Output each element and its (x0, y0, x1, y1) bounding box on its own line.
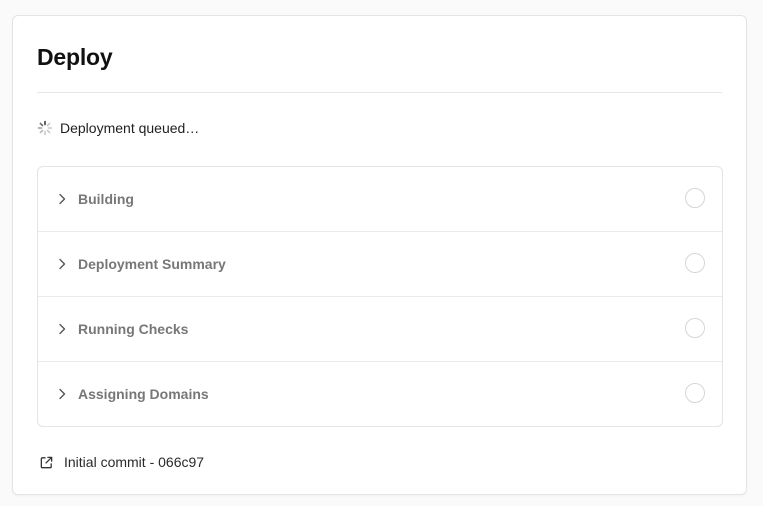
step-label: Building (78, 191, 134, 207)
step-assigning-domains[interactable]: Assigning Domains (38, 362, 722, 426)
step-label: Running Checks (78, 321, 189, 337)
deploy-card: Deploy Deployment queued… Building Deplo… (12, 15, 747, 495)
commit-text: Initial commit - 066c97 (64, 454, 205, 470)
external-link-icon (40, 456, 53, 468)
chevron-right-icon (59, 193, 66, 205)
chevron-right-icon (59, 258, 66, 270)
chevron-right-icon (59, 388, 66, 400)
status-text: Deployment queued… (60, 120, 200, 136)
step-status-circle (685, 383, 705, 403)
spinner-icon (37, 120, 53, 136)
step-status-circle (685, 318, 705, 338)
step-building[interactable]: Building (38, 167, 722, 232)
deploy-steps-list: Building Deployment Summary Running Chec… (37, 166, 723, 427)
step-deployment-summary[interactable]: Deployment Summary (38, 232, 722, 297)
step-label: Assigning Domains (78, 386, 209, 402)
step-label: Deployment Summary (78, 256, 226, 272)
commit-link[interactable]: Initial commit - 066c97 (39, 453, 204, 471)
step-status-circle (685, 188, 705, 208)
step-status-circle (685, 253, 705, 273)
step-running-checks[interactable]: Running Checks (38, 297, 722, 362)
divider (37, 92, 722, 93)
page-title: Deploy (37, 44, 113, 70)
deployment-status: Deployment queued… (37, 119, 199, 137)
chevron-right-icon (59, 323, 66, 335)
